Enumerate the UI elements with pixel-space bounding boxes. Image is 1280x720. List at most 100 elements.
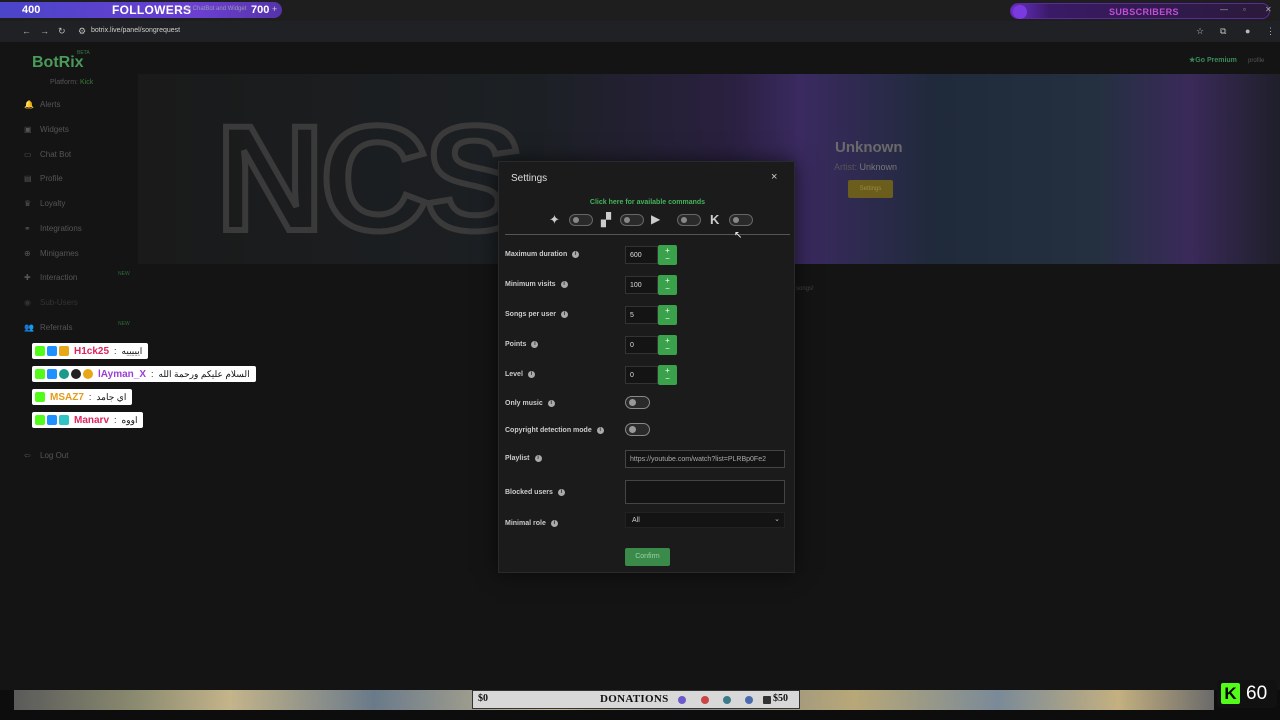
subscribers-goal-bar: SUBSCRIBERS xyxy=(1010,3,1270,19)
forward-icon[interactable]: → xyxy=(40,26,49,36)
only-music-label: Only music i xyxy=(505,400,555,407)
bookmark-star-icon[interactable]: ☆ xyxy=(1196,26,1204,37)
twitch-icon: ▞ xyxy=(601,212,611,227)
chat-username[interactable]: lAyman_X xyxy=(98,369,146,380)
blocked-users-input[interactable] xyxy=(625,480,785,504)
points-input[interactable]: 0 xyxy=(625,336,658,354)
ncs-logo: NCS xyxy=(213,91,528,264)
maximize-icon[interactable]: ▫ xyxy=(1243,5,1246,14)
chat-message: Manarv : اووه xyxy=(32,412,144,428)
sidebar-item-alerts[interactable]: 🔔 Alerts xyxy=(24,100,60,114)
viewer-count: 60 xyxy=(1246,683,1268,704)
browser-tab-title[interactable]: ...ost ChatBot and Widget xyxy=(178,6,246,12)
sidebar-item-logout[interactable]: ⇦ Log Out xyxy=(24,451,68,465)
app-icon xyxy=(723,696,731,704)
points-stepper[interactable]: + − xyxy=(658,335,677,355)
chat-text: ايييييه xyxy=(121,345,143,356)
level-input[interactable]: 0 xyxy=(625,366,658,384)
donations-goal-bar: $0 DONATIONS $50 xyxy=(472,690,800,709)
minimal-role-label: Minimal role i xyxy=(505,520,558,527)
moderator-badge-icon xyxy=(47,346,57,356)
kick-toggle[interactable] xyxy=(729,214,753,226)
playlist-label: Playlist i xyxy=(505,455,542,462)
info-icon[interactable]: i xyxy=(531,341,539,348)
kick-badge-icon xyxy=(35,415,45,425)
twitch-toggle[interactable] xyxy=(620,214,644,226)
songs-per-user-input[interactable]: 5 xyxy=(625,306,658,324)
info-icon[interactable]: i xyxy=(596,427,604,434)
back-icon[interactable]: ← xyxy=(22,26,31,36)
new-badge: NEW xyxy=(118,271,130,277)
chat-username[interactable]: MSAZ7 xyxy=(50,392,84,403)
sidebar-item-chat-bot[interactable]: ▭ Chat Bot xyxy=(24,150,71,164)
sidebar-item-sub-users[interactable]: ◉ Sub-Users xyxy=(24,298,78,312)
platform-indicator: Platform: Kick xyxy=(50,79,94,86)
sidebar-item-minigames[interactable]: ⊕ Minigames xyxy=(24,249,79,263)
extensions-icon[interactable]: ⧉ xyxy=(1220,26,1226,37)
minimize-icon[interactable]: — xyxy=(1220,5,1228,14)
new-badge: NEW xyxy=(118,321,130,327)
min-visits-input[interactable]: 100 xyxy=(625,276,658,294)
site-info-icon[interactable]: ⚙ xyxy=(78,26,86,37)
blocked-users-label: Blocked users i xyxy=(505,489,565,496)
address-bar[interactable]: botrix.live/panel/songrequest xyxy=(91,27,180,34)
info-icon[interactable]: i xyxy=(572,251,580,258)
info-icon[interactable]: i xyxy=(560,281,568,288)
reload-icon[interactable]: ↻ xyxy=(58,26,66,37)
sidebar-item-loyalty[interactable]: ♛ Loyalty xyxy=(24,199,65,213)
app-logo[interactable]: BotRix xyxy=(32,54,84,72)
kick-icon: K xyxy=(710,212,720,227)
menu-kebab-icon[interactable]: ⋮ xyxy=(1266,26,1275,37)
chat-message: H1ck25 : ايييييه xyxy=(32,343,149,359)
kick-badge-icon xyxy=(35,369,45,379)
sidebar-item-widgets[interactable]: ▣ Widgets xyxy=(24,125,69,139)
info-icon[interactable]: i xyxy=(547,400,555,407)
max-duration-stepper[interactable]: + − xyxy=(658,245,677,265)
confirm-button[interactable]: Confirm xyxy=(625,548,670,566)
new-tab-icon[interactable]: + xyxy=(272,4,277,14)
go-premium-link[interactable]: ★Go Premium xyxy=(1189,56,1237,64)
copyright-toggle[interactable] xyxy=(625,423,650,436)
donations-current: $0 xyxy=(478,693,488,704)
settings-modal: Settings × Click here for available comm… xyxy=(498,161,795,573)
only-music-toggle[interactable] xyxy=(625,396,650,409)
songs-per-user-stepper[interactable]: + − xyxy=(658,305,677,325)
sidebar-item-referrals[interactable]: 👥 Referrals xyxy=(24,323,72,337)
window-icon xyxy=(763,696,771,704)
min-visits-stepper[interactable]: + − xyxy=(658,275,677,295)
max-duration-label: Maximum duration i xyxy=(505,251,580,258)
level-stepper[interactable]: + − xyxy=(658,365,677,385)
profile-avatar-icon[interactable]: ● xyxy=(1245,26,1250,36)
chat-message: MSAZ7 : اي جامد xyxy=(32,389,133,405)
info-icon[interactable]: i xyxy=(527,371,535,378)
info-icon[interactable]: i xyxy=(557,489,565,496)
chat-username[interactable]: H1ck25 xyxy=(74,346,109,357)
info-icon[interactable]: i xyxy=(550,520,558,527)
discord-icon xyxy=(678,696,686,704)
followers-current: 400 xyxy=(22,4,41,16)
youtube-toggle[interactable] xyxy=(677,214,701,226)
sidebar-item-profile[interactable]: ▤ Profile xyxy=(24,174,63,188)
player-settings-button[interactable]: Settings xyxy=(848,180,893,198)
close-window-icon[interactable]: ✕ xyxy=(1265,5,1272,14)
interaction-icon: ✚ xyxy=(24,273,31,282)
info-icon[interactable]: i xyxy=(534,455,542,462)
moderator-badge-icon xyxy=(47,415,57,425)
chat-username[interactable]: Manarv xyxy=(74,415,109,426)
max-duration-input[interactable]: 600 xyxy=(625,246,658,264)
song-title: Unknown xyxy=(835,139,903,156)
info-icon[interactable]: i xyxy=(560,311,568,318)
profile-link[interactable]: profile xyxy=(1248,58,1264,64)
sidebar-item-integrations[interactable]: ⚭ Integrations xyxy=(24,224,82,238)
minimal-role-select[interactable]: All ⌄ xyxy=(625,512,785,528)
commands-link[interactable]: Click here for available commands xyxy=(499,199,796,206)
close-icon[interactable]: × xyxy=(771,171,777,183)
subscribers-label: SUBSCRIBERS xyxy=(1109,7,1179,17)
donations-goal: $50 xyxy=(773,693,788,704)
playlist-input[interactable]: https://youtube.com/watch?list=PLRBp0Fe2 xyxy=(625,450,785,468)
sidebar-item-interaction[interactable]: ✚ Interaction xyxy=(24,273,77,287)
chat-text: السلام عليكم ورحمة الله xyxy=(158,368,250,379)
bot-icon: ✦ xyxy=(549,212,560,227)
referrals-icon: 👥 xyxy=(24,323,34,332)
bot-toggle[interactable] xyxy=(569,214,593,226)
